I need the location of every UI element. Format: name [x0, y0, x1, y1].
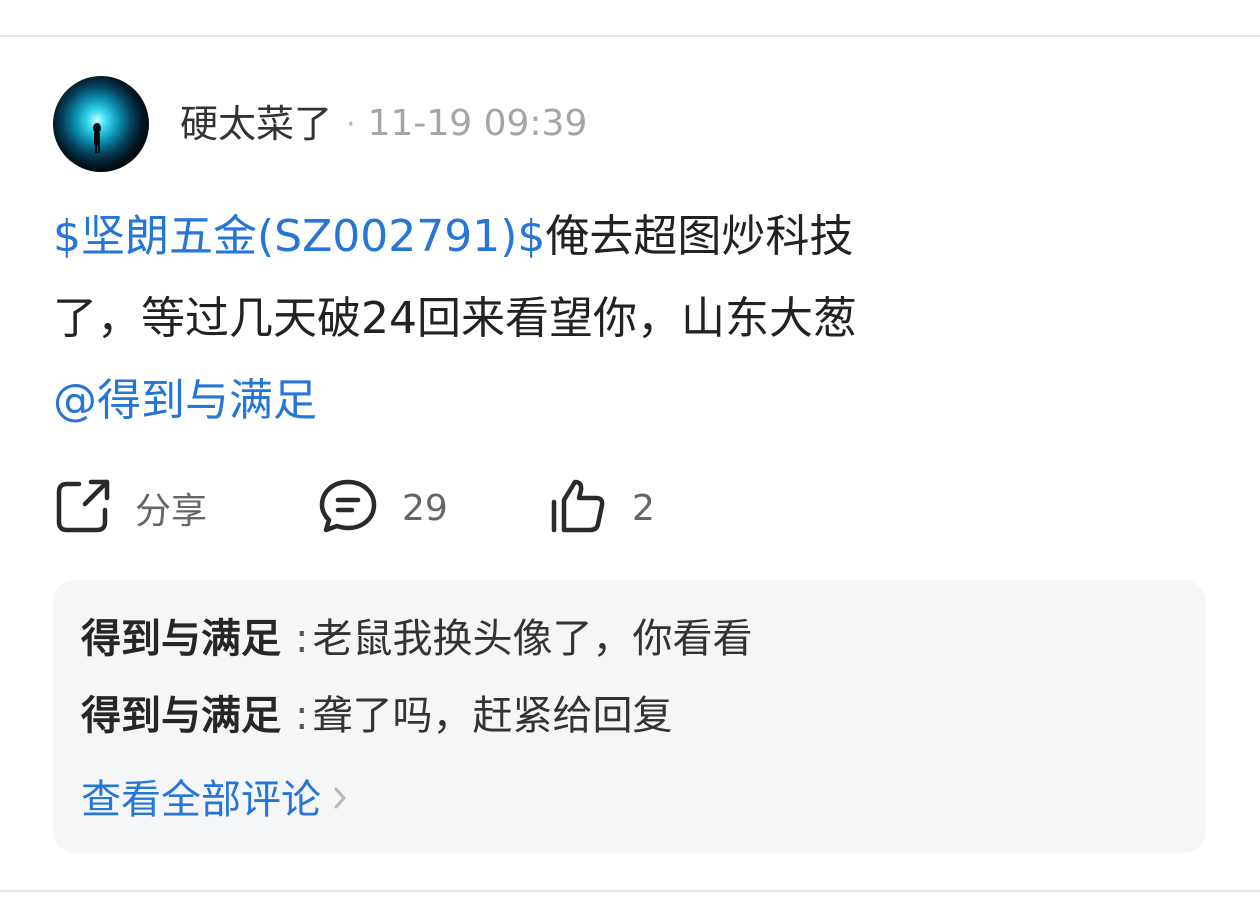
comment-user[interactable]: 得到与满足 — [81, 616, 281, 662]
share-icon — [53, 476, 113, 540]
author-name[interactable]: 硬太菜了 — [180, 105, 332, 143]
view-all-comments-link[interactable]: 查看全部评论 — [81, 780, 349, 820]
post-content: $坚朗五金(SZ002791)$俺去超图炒科技 了，等过几天破24回来看望你，山… — [53, 196, 1113, 442]
view-all-label: 查看全部评论 — [81, 777, 321, 823]
like-button[interactable]: 2 — [548, 470, 655, 546]
avatar[interactable] — [53, 76, 149, 172]
comment-count: 29 — [402, 487, 448, 529]
action-bar: 分享 29 2 — [53, 470, 753, 546]
post-time: 11-19 09:39 — [367, 103, 588, 144]
comment-icon — [318, 476, 378, 540]
content-text: 俺去超图炒科技 — [545, 211, 854, 262]
share-button[interactable]: 分享 — [53, 470, 207, 546]
share-label: 分享 — [135, 491, 208, 532]
comment-colon: : — [295, 693, 309, 739]
chevron-right-icon — [331, 780, 349, 820]
content-line-1: $坚朗五金(SZ002791)$俺去超图炒科技 — [53, 196, 1113, 278]
comment-colon: : — [295, 616, 309, 662]
post-header: 硬太菜了 · 11-19 09:39 — [53, 76, 587, 172]
separator-dot: · — [346, 106, 356, 142]
comment-button[interactable]: 29 — [318, 470, 448, 546]
comment-item[interactable]: 得到与满足: 聋了吗，赶紧给回复 — [81, 696, 672, 736]
comments-preview: 得到与满足: 老鼠我换头像了，你看看 得到与满足: 聋了吗，赶紧给回复 查看全部评论 — [53, 580, 1206, 853]
thumbs-up-icon — [548, 476, 608, 540]
bottom-divider — [0, 890, 1260, 892]
mention-link[interactable]: @得到与满足 — [53, 375, 317, 426]
stock-tag-link[interactable]: $坚朗五金(SZ002791)$ — [53, 211, 545, 262]
comment-text: 老鼠我换头像了，你看看 — [312, 616, 753, 662]
comment-text: 聋了吗，赶紧给回复 — [312, 693, 673, 739]
comment-item[interactable]: 得到与满足: 老鼠我换头像了，你看看 — [81, 619, 752, 659]
content-line-2: 了，等过几天破24回来看望你，山东大葱 — [53, 293, 857, 344]
comment-user[interactable]: 得到与满足 — [81, 693, 281, 739]
top-divider — [0, 35, 1260, 37]
content-line-3: @得到与满足 — [53, 360, 1113, 442]
like-count: 2 — [632, 487, 655, 529]
